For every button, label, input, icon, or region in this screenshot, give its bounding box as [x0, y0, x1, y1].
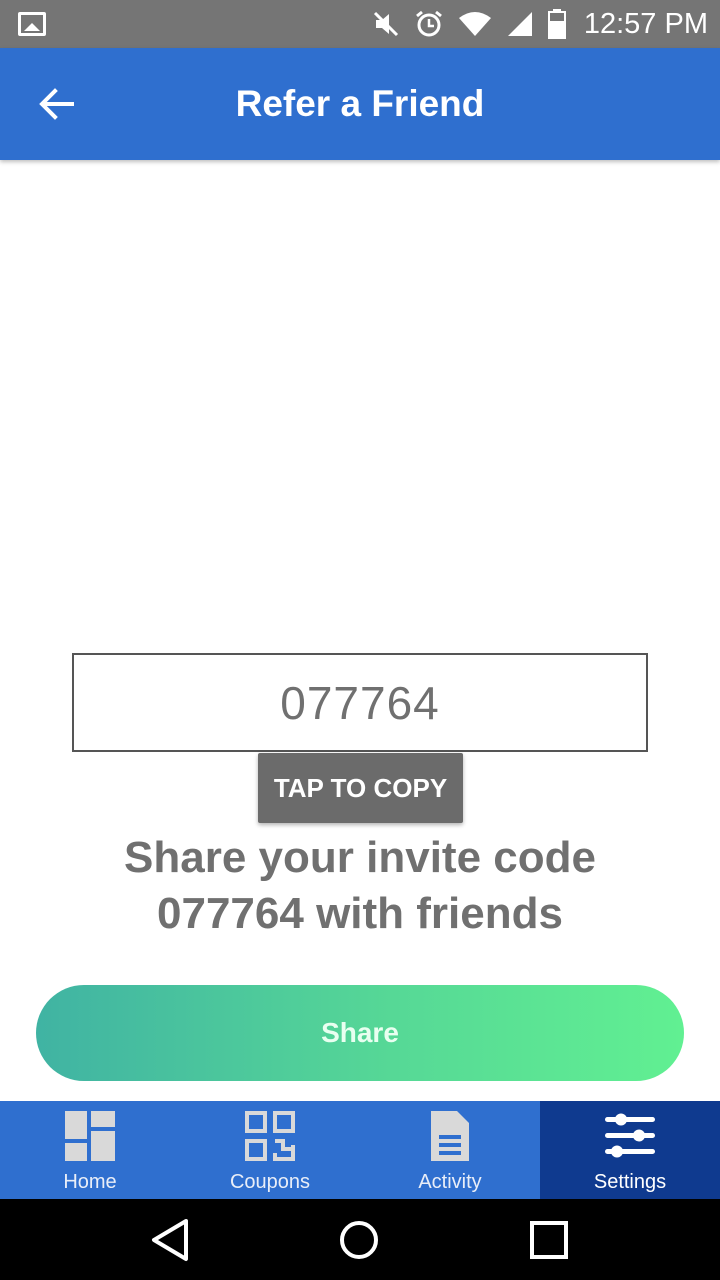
- nav-item-home[interactable]: Home: [0, 1101, 180, 1199]
- nav-label-coupons: Coupons: [229, 1171, 311, 1193]
- nav-label-settings: Settings: [593, 1171, 667, 1193]
- back-arrow-icon: [39, 88, 74, 120]
- wifi-icon: [458, 12, 491, 36]
- nav-label-activity: Activity: [418, 1171, 482, 1193]
- invite-message: Share your invite code 077764 with frien…: [40, 830, 680, 942]
- share-button[interactable]: Share: [36, 985, 684, 1081]
- nav-item-activity[interactable]: Activity: [360, 1101, 540, 1199]
- tap-to-copy-button[interactable]: TAP TO COPY: [258, 753, 463, 823]
- nav-item-coupons[interactable]: Coupons: [180, 1101, 360, 1199]
- app-bar: Refer a Friend: [0, 48, 720, 160]
- system-nav-bar: [0, 1199, 720, 1280]
- invite-message-line1: Share your invite code: [124, 833, 596, 882]
- document-icon: [431, 1111, 469, 1161]
- bottom-nav: Home Coupons Activity Settings: [0, 1101, 720, 1199]
- nav-label-home: Home: [63, 1171, 117, 1193]
- invite-code-display: 077764: [72, 653, 648, 752]
- invite-message-line2: 077764 with friends: [157, 889, 563, 938]
- mute-icon: [373, 11, 398, 37]
- image-notification-icon: [18, 12, 46, 36]
- alarm-icon: [415, 10, 442, 37]
- status-time: 12:57 PM: [583, 7, 708, 40]
- dashboard-icon: [65, 1111, 115, 1161]
- status-icons: 12:57 PM: [372, 0, 708, 48]
- qr-code-icon: [245, 1111, 295, 1161]
- sliders-icon: [605, 1113, 655, 1158]
- status-bar: 12:57 PM: [0, 0, 720, 48]
- battery-icon: [547, 9, 566, 39]
- nav-item-settings[interactable]: Settings: [540, 1101, 720, 1199]
- recents-square-icon[interactable]: [526, 1217, 572, 1263]
- back-triangle-icon[interactable]: [148, 1217, 194, 1263]
- home-circle-icon[interactable]: [336, 1217, 382, 1263]
- back-button[interactable]: [30, 80, 82, 128]
- signal-icon: [507, 12, 532, 36]
- page-title: Refer a Friend: [235, 83, 485, 124]
